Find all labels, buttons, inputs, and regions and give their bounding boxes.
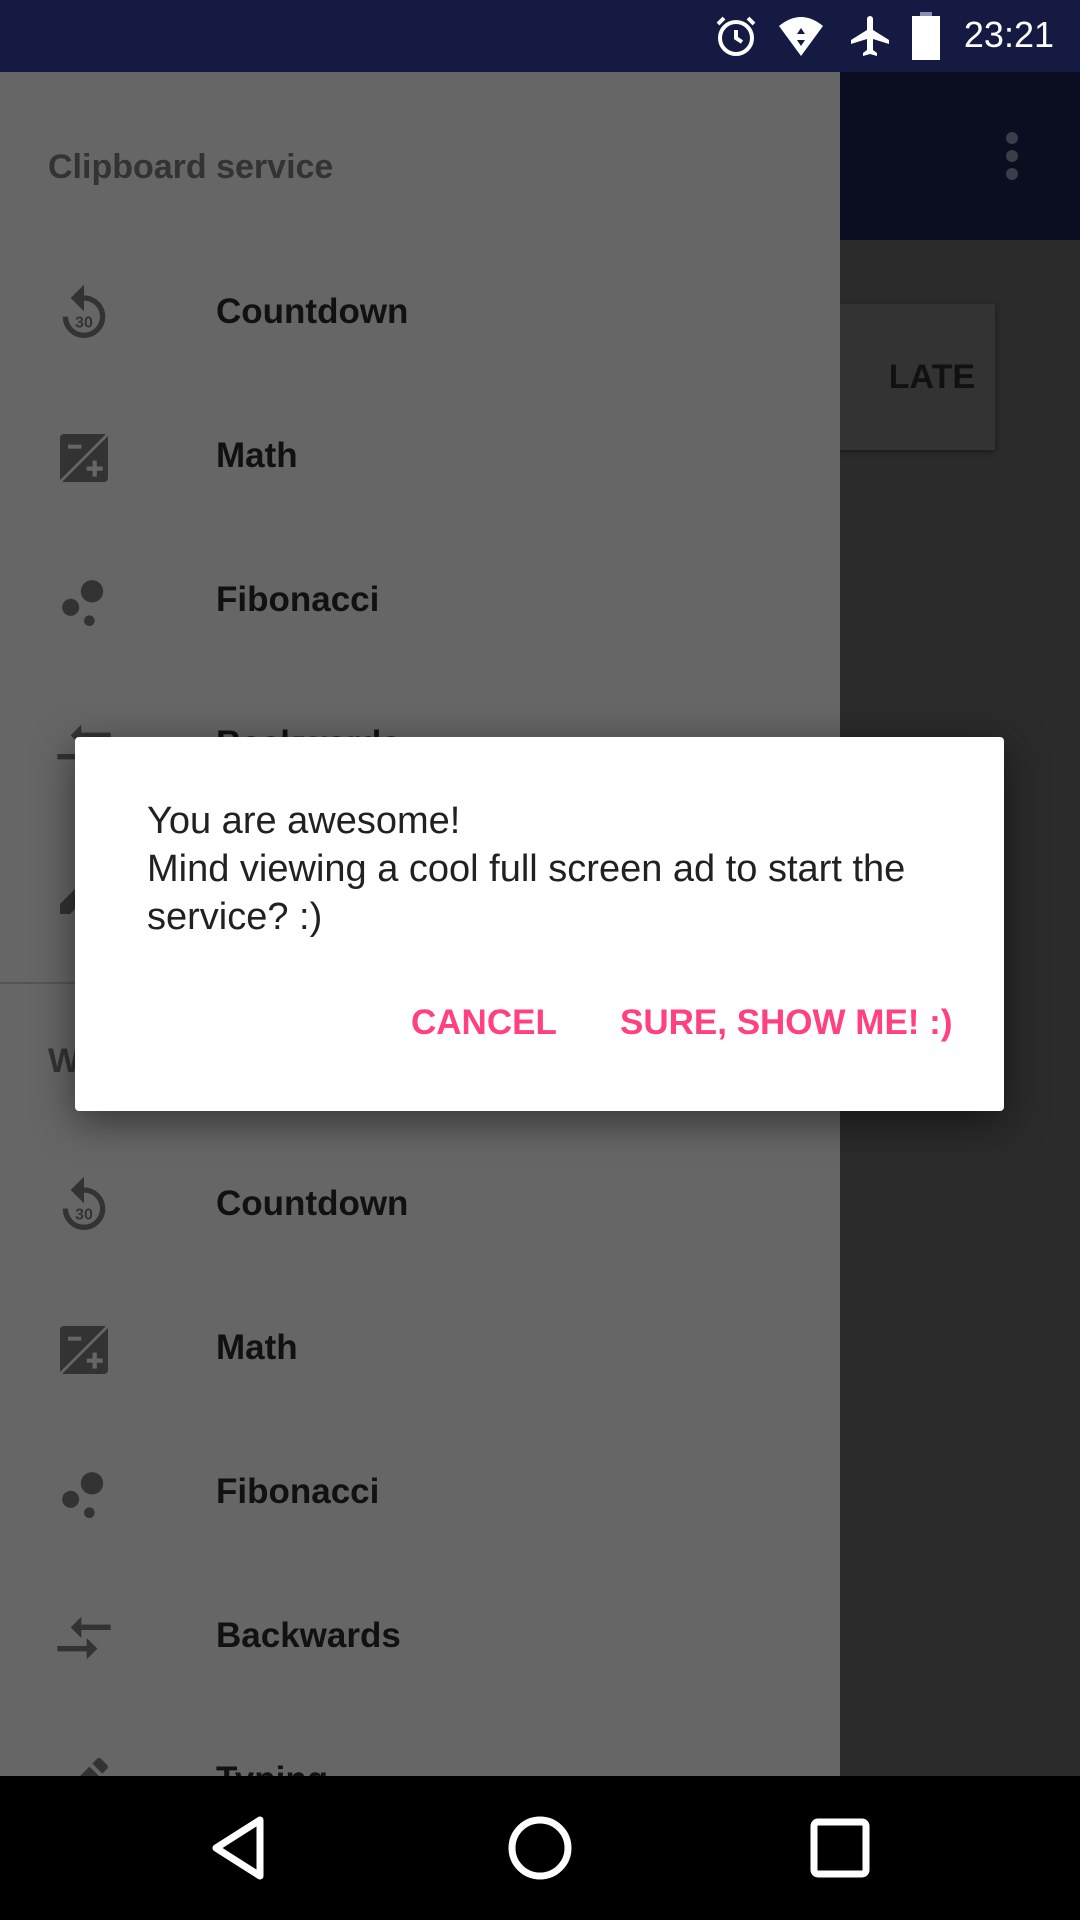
clock: 23:21 <box>963 14 1054 55</box>
bubbles-icon <box>62 580 104 626</box>
recents-icon[interactable] <box>800 1808 880 1888</box>
drawer-item-label: Backwards <box>216 1616 401 1655</box>
drawer-item-label: Math <box>216 1328 298 1367</box>
bubbles-icon <box>62 1472 104 1518</box>
drawer-item-backwards[interactable]: Backwards <box>0 1566 840 1710</box>
calculator-icon <box>59 433 109 483</box>
drawer-item-label: Typing <box>216 1760 328 1776</box>
compare-arrows-icon <box>57 1616 111 1660</box>
confirm-show-ad-button[interactable]: SURE, SHOW ME! :) <box>620 1003 952 1043</box>
wifi-icon <box>779 17 823 56</box>
drawer-item-label: Fibonacci <box>216 1472 380 1511</box>
dialog-message: You are awesome! Mind viewing a cool ful… <box>147 797 947 941</box>
background-button-label: LATE <box>888 358 975 396</box>
drawer-item-label: Countdown <box>216 292 409 331</box>
drawer-item-label: Fibonacci <box>216 580 380 619</box>
more-vert-icon[interactable] <box>1004 132 1020 184</box>
pencil-icon <box>79 1757 108 1776</box>
drawer-item-typing[interactable]: Typing <box>0 1710 840 1776</box>
alarm-icon <box>716 16 756 56</box>
home-icon[interactable] <box>500 1808 580 1888</box>
replay-30-icon: 30 <box>62 284 106 338</box>
calculator-icon <box>59 1325 109 1375</box>
battery-icon <box>912 12 940 60</box>
drawer-item-math[interactable]: Math <box>0 1278 840 1422</box>
cancel-button[interactable]: CANCEL <box>411 1003 557 1043</box>
navigation-bar <box>0 1776 1080 1920</box>
drawer-item-label: Math <box>216 436 298 475</box>
drawer-item-countdown[interactable]: 30 Countdown <box>0 1134 840 1278</box>
drawer-item-countdown[interactable]: 30 Countdown <box>0 242 840 386</box>
back-icon[interactable] <box>200 1808 280 1888</box>
svg-text:30: 30 <box>75 314 93 331</box>
dialog-line-1: You are awesome! <box>147 800 461 842</box>
drawer-item-fibonacci[interactable]: Fibonacci <box>0 530 840 674</box>
ad-prompt-dialog: You are awesome! Mind viewing a cool ful… <box>75 737 1004 1111</box>
airplane-mode-icon <box>851 16 889 56</box>
drawer-item-math[interactable]: Math <box>0 386 840 530</box>
drawer-section-header: Clipboard service <box>48 148 334 186</box>
svg-text:30: 30 <box>75 1206 93 1223</box>
status-bar: 23:21 <box>0 0 1080 72</box>
replay-30-icon: 30 <box>62 1176 106 1230</box>
drawer-item-fibonacci[interactable]: Fibonacci <box>0 1422 840 1566</box>
dialog-line-2: Mind viewing a cool full screen ad to st… <box>147 848 906 938</box>
drawer-item-label: Countdown <box>216 1184 409 1223</box>
